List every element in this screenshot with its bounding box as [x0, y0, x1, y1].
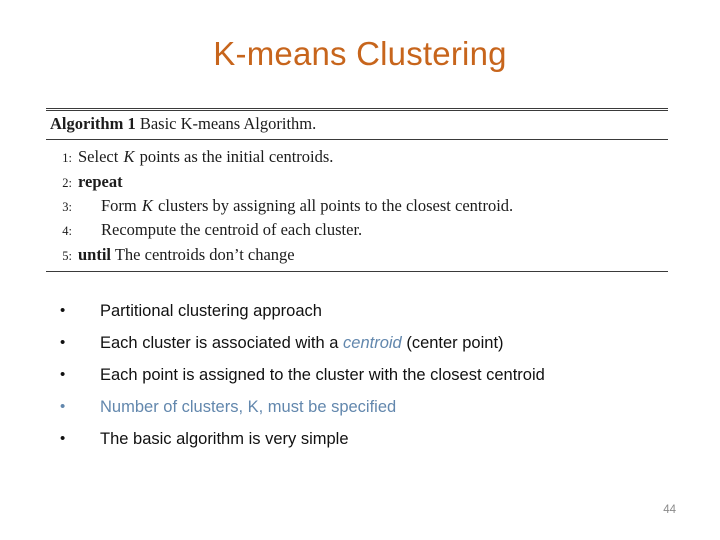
algorithm-step-text-b: The centroids don’t change: [111, 244, 295, 264]
page-title: K-means Clustering: [213, 35, 507, 72]
list-item-label: Each cluster is associated with a centro…: [100, 328, 668, 358]
algorithm-step-math-var: K: [141, 196, 153, 215]
list-item: • The basic algorithm is very simple: [56, 424, 668, 454]
algorithm-caption-keyword: Algorithm 1: [50, 114, 136, 134]
bullet-icon: •: [60, 398, 66, 415]
algorithm-step-text: Form K clusters by assigning all points …: [78, 194, 668, 217]
bullet-list: • Partitional clustering approach • Each…: [56, 296, 668, 456]
bullet-icon: •: [60, 302, 66, 319]
algorithm-caption: Algorithm 1 Basic K-means Algorithm.: [46, 111, 668, 138]
list-item-label: Partitional clustering approach: [100, 296, 668, 326]
list-item: • Each point is assigned to the cluster …: [56, 360, 668, 390]
list-item-label: The basic algorithm is very simple: [100, 430, 349, 448]
algorithm-caption-text: Basic K-means Algorithm.: [139, 114, 317, 134]
algorithm-step-text-a: Select: [78, 147, 123, 167]
list-item-label: Each point is assigned to the cluster wi…: [100, 366, 545, 384]
algorithm-step: 5: until The centroids don’t change: [46, 242, 668, 266]
list-item: • Partitional clustering approach: [56, 296, 668, 326]
algorithm-step-text: until The centroids don’t change: [78, 243, 668, 266]
page-number: 44: [663, 504, 676, 516]
algorithm-step-text-b: points as the initial centroids.: [135, 147, 334, 167]
bullet-icon: •: [60, 334, 66, 351]
algorithm-step: 3: Form K clusters by assigning all poin…: [46, 194, 668, 218]
list-item: • Number of clusters, K, must be specifi…: [56, 392, 668, 422]
algorithm-step-number: 5:: [62, 248, 72, 263]
algorithm-step-text-a: Form: [101, 196, 141, 215]
algorithm-step: 2: repeat: [46, 169, 668, 193]
algorithm-step: 1: Select K points as the initial centro…: [46, 145, 668, 169]
bullet-icon: •: [60, 366, 66, 383]
algorithm-step-number: 1:: [62, 151, 72, 166]
list-item-text-tail: (center point): [401, 334, 504, 352]
algorithm-block: Algorithm 1 Basic K-means Algorithm. 1: …: [46, 108, 668, 272]
algorithm-step-math-var: K: [123, 147, 135, 167]
list-item-emphasis: Number of clusters, K, must be specified: [100, 398, 397, 416]
algorithm-step: 4: Recompute the centroid of each cluste…: [46, 218, 668, 242]
algorithm-step-text: Recompute the centroid of each cluster.: [101, 220, 363, 240]
algorithm-step-keyword: repeat: [78, 171, 123, 191]
algorithm-step-number: 2:: [62, 175, 72, 190]
list-item-label: Number of clusters, K, must be specified: [100, 392, 668, 422]
algorithm-step-text-b: clusters by assigning all points to the …: [153, 196, 514, 215]
algorithm-step-text: Select K points as the initial centroids…: [78, 145, 668, 168]
algorithm-step-text: repeat: [78, 170, 668, 193]
algorithm-step-number: 3:: [62, 200, 72, 214]
list-item-text: Partitional clustering approach: [100, 302, 322, 320]
bullet-icon: •: [60, 430, 66, 447]
list-item: • Each cluster is associated with a cent…: [56, 328, 668, 358]
list-item-text: Each cluster is associated with a: [100, 334, 344, 352]
algorithm-step-number: 4:: [62, 224, 72, 239]
algorithm-steps: 1: Select K points as the initial centro…: [46, 140, 668, 271]
algorithm-bottom-rule: [46, 270, 668, 272]
list-item-emphasis: centroid: [343, 334, 402, 352]
algorithm-step-keyword: until: [78, 244, 112, 264]
